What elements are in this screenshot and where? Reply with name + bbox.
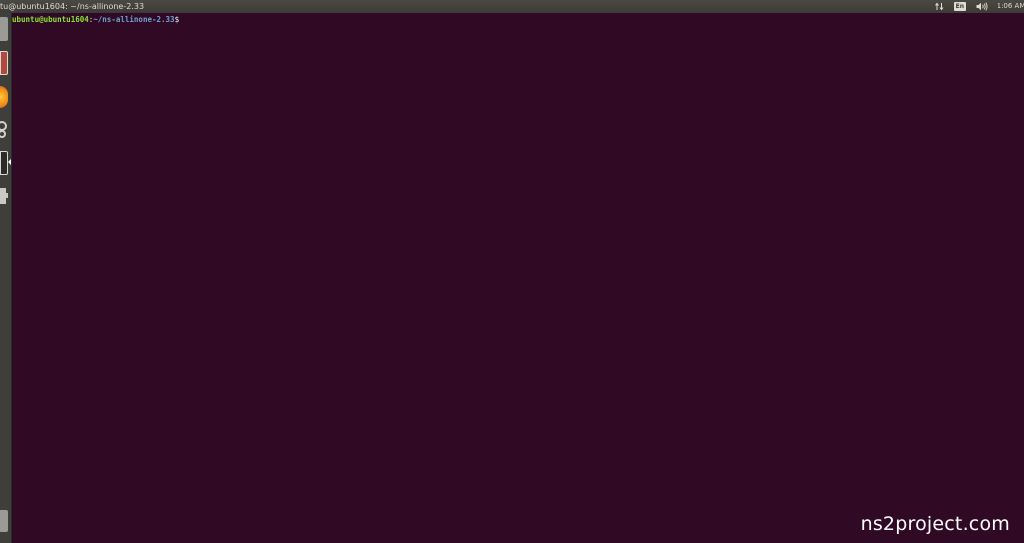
watermark: ns2project.com	[860, 513, 1010, 535]
terminal-cursor	[179, 14, 184, 23]
window-title: tu@ubuntu1604: ~/ns-allinone-2.33	[0, 2, 145, 11]
prompt-line: ubuntu@ubuntu1604:~/ns-allinone-2.33$	[12, 14, 1024, 26]
trash-icon[interactable]	[0, 510, 8, 532]
app-plugin-icon[interactable]	[0, 184, 8, 208]
keyboard-layout-indicator[interactable]: En	[953, 2, 966, 11]
prompt-user: ubuntu@ubuntu1604	[12, 15, 89, 24]
top-panel: tu@ubuntu1604: ~/ns-allinone-2.33 En 1:0…	[0, 0, 1024, 13]
files-icon[interactable]	[0, 17, 8, 41]
speaker-icon[interactable]	[976, 0, 988, 13]
terminal-icon[interactable]	[0, 151, 8, 175]
settings-gear-icon[interactable]	[0, 118, 8, 142]
active-window-arrow-icon	[8, 159, 11, 165]
network-updown-icon[interactable]	[934, 0, 944, 13]
app-red-icon[interactable]	[0, 51, 8, 75]
launcher-sidebar	[0, 13, 12, 543]
prompt-path: ~/ns-allinone-2.33	[93, 15, 175, 24]
firefox-icon[interactable]	[0, 86, 8, 108]
terminal-window[interactable]: ubuntu@ubuntu1604:~/ns-allinone-2.33$	[12, 13, 1024, 543]
indicator-area: En 1:06 AM	[934, 0, 1024, 13]
clock[interactable]: 1:06 AM	[998, 0, 1024, 13]
